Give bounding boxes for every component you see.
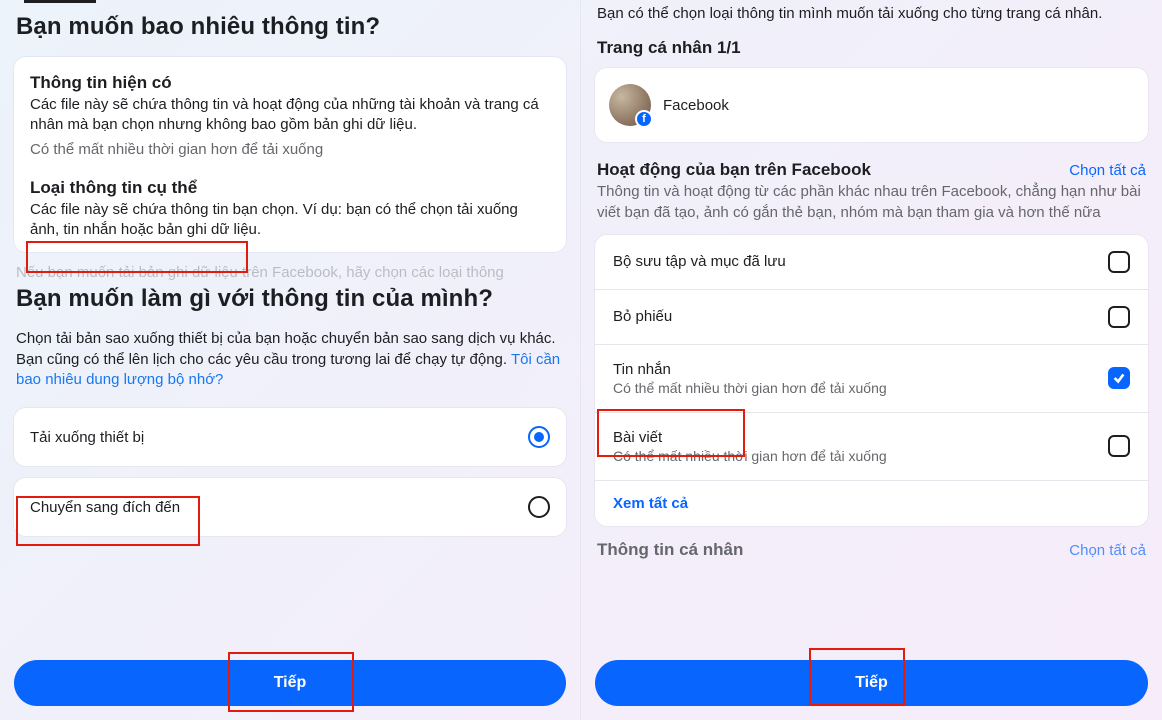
item-polls[interactable]: Bỏ phiếu: [595, 290, 1148, 345]
select-all-link[interactable]: Chọn tất cả: [1069, 162, 1146, 179]
option1-title: Thông tin hiện có: [30, 73, 552, 93]
checkbox-icon[interactable]: [1108, 251, 1130, 273]
facebook-badge-icon: f: [635, 110, 653, 128]
heading-action: Bạn muốn làm gì với thông tin của mình?: [16, 285, 566, 313]
activity-list: Bộ sưu tập và mục đã lưu Bỏ phiếu Tin nh…: [595, 235, 1148, 526]
section-activity-title: Hoạt động của bạn trên Facebook: [597, 160, 871, 180]
left-pane: Bạn muốn bao nhiêu thông tin? Thông tin …: [0, 0, 581, 720]
item-messages[interactable]: Tin nhắn Có thể mất nhiều thời gian hơn …: [595, 345, 1148, 413]
item-title: Bỏ phiếu: [613, 308, 672, 325]
profile-heading: Trang cá nhân 1/1: [597, 38, 1148, 58]
radio2-label: Chuyển sang đích đến: [30, 499, 180, 516]
next-button-right[interactable]: Tiếp: [595, 660, 1148, 706]
checkbox-icon[interactable]: [1108, 435, 1130, 457]
radio-download-device[interactable]: Tải xuống thiết bị: [14, 408, 566, 466]
option2-title: Loại thông tin cụ thể: [30, 178, 552, 198]
radio-icon: [528, 426, 550, 448]
next-label: Tiếp: [855, 674, 888, 691]
item-title: Bộ sưu tập và mục đã lưu: [613, 253, 786, 270]
section-personal-title: Thông tin cá nhân: [597, 540, 743, 560]
radio1-label: Tải xuống thiết bị: [30, 429, 144, 446]
tab-indicator: [24, 0, 96, 3]
ghost-hint: Nếu bạn muốn tải bản ghi dữ liệu trên Fa…: [16, 264, 564, 281]
item-posts[interactable]: Bài viết Có thể mất nhiều thời gian hơn …: [595, 413, 1148, 481]
next-label: Tiếp: [274, 674, 307, 691]
item-title: Bài viết: [613, 429, 887, 446]
checkbox-icon[interactable]: [1108, 367, 1130, 389]
option1-desc: Các file này sẽ chứa thông tin và hoạt đ…: [30, 95, 548, 136]
select-all-link-2[interactable]: Chọn tất cả: [1069, 542, 1146, 559]
profile-row[interactable]: f Facebook: [595, 68, 1148, 142]
section-activity-desc: Thông tin và hoạt động từ các phần khác …: [597, 182, 1144, 223]
option2-desc: Các file này sẽ chứa thông tin bạn chọn.…: [30, 200, 548, 241]
option-available-info[interactable]: Thông tin hiện có Các file này sẽ chứa t…: [14, 57, 566, 252]
view-all-label: Xem tất cả: [613, 495, 688, 512]
item-saved-collections[interactable]: Bộ sưu tập và mục đã lưu: [595, 235, 1148, 290]
right-pane: Bạn có thể chọn loại thông tin mình muốn…: [581, 0, 1162, 720]
view-all-link[interactable]: Xem tất cả: [595, 481, 1148, 526]
item-sub: Có thể mất nhiều thời gian hơn để tải xu…: [613, 448, 887, 464]
radio-icon: [528, 496, 550, 518]
action-desc: Chọn tải bản sao xuống thiết bị của bạn …: [16, 329, 562, 390]
profile-name: Facebook: [663, 97, 729, 114]
item-title: Tin nhắn: [613, 361, 887, 378]
option1-note: Có thể mất nhiều thời gian hơn để tải xu…: [30, 140, 548, 160]
avatar: f: [609, 84, 651, 126]
next-button[interactable]: Tiếp: [14, 660, 566, 706]
intro-text: Bạn có thể chọn loại thông tin mình muốn…: [597, 4, 1144, 24]
item-sub: Có thể mất nhiều thời gian hơn để tải xu…: [613, 380, 887, 396]
action-desc-text: Chọn tải bản sao xuống thiết bị của bạn …: [16, 330, 556, 367]
checkbox-icon[interactable]: [1108, 306, 1130, 328]
heading-amount: Bạn muốn bao nhiêu thông tin?: [16, 13, 566, 41]
radio-transfer-destination[interactable]: Chuyển sang đích đến: [14, 478, 566, 536]
